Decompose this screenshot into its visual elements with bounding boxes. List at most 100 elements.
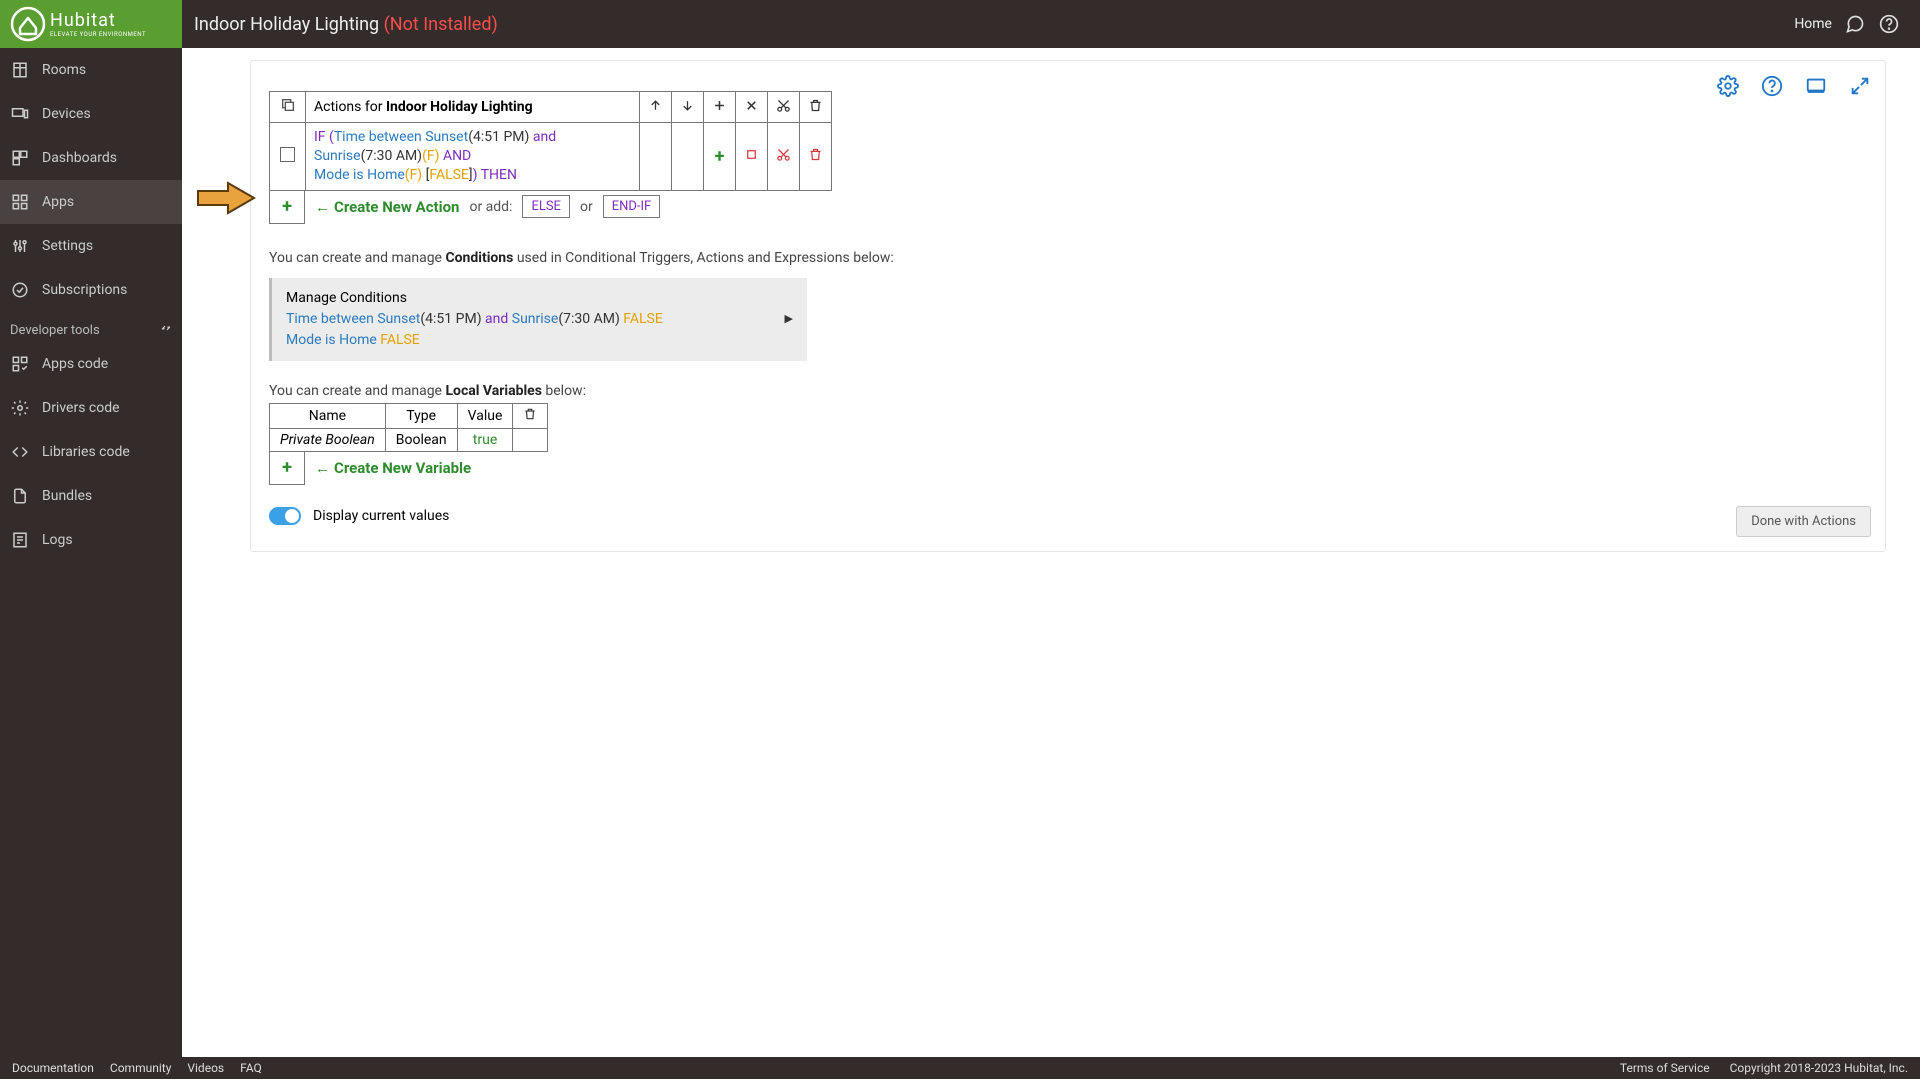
delete-column-button[interactable] [513, 403, 548, 428]
move-down-button[interactable] [672, 92, 704, 123]
variable-row[interactable]: Private Boolean Boolean true [270, 428, 548, 451]
delete-button[interactable] [800, 92, 832, 123]
install-status: (Not Installed) [384, 14, 498, 35]
sidebar-item-label: Apps [42, 194, 74, 210]
footer-tos[interactable]: Terms of Service [1620, 1061, 1710, 1075]
sidebar-item-label: Apps code [42, 356, 108, 372]
display-values-toggle[interactable] [269, 507, 301, 525]
footer-link-documentation[interactable]: Documentation [12, 1061, 94, 1075]
sidebar-item-label: Dashboards [42, 150, 117, 166]
var-name: Private Boolean [270, 428, 386, 451]
devices-icon [10, 104, 30, 124]
actions-card: Actions for Indoor Holiday Lighting IF (… [250, 60, 1886, 552]
cut-button[interactable] [768, 92, 800, 123]
logs-icon [10, 530, 30, 550]
manage-conditions-title: Manage Conditions [286, 288, 793, 309]
sidebar-item-label: Settings [42, 238, 93, 254]
footer-link-faq[interactable]: FAQ [240, 1061, 262, 1075]
sidebar-item-label: Drivers code [42, 400, 120, 416]
card-toolbar [1717, 75, 1871, 97]
variables-intro: You can create and manage Local Variable… [269, 383, 1867, 399]
home-link[interactable]: Home [1794, 16, 1832, 32]
add-button[interactable] [704, 92, 736, 123]
endif-button[interactable]: END-IF [603, 195, 661, 218]
action-row: IF (Time between Sunset(4:51 PM) and Sun… [270, 123, 832, 191]
footer-link-videos[interactable]: Videos [187, 1061, 224, 1075]
sidebar-item-label: Libraries code [42, 444, 130, 460]
sidebar-item-apps-code[interactable]: Apps code [0, 342, 182, 386]
arrow-left-icon: ← [315, 198, 330, 216]
variables-table: Name Type Value Private Boolean Boolean … [269, 403, 548, 452]
sidebar-item-apps[interactable]: Apps [0, 180, 182, 224]
sidebar-item-label: Rooms [42, 62, 86, 78]
apps-icon [10, 192, 30, 212]
actions-title: Actions for Indoor Holiday Lighting [306, 92, 640, 123]
display-values-row: Display current values [269, 507, 1867, 525]
rooms-icon [10, 60, 30, 80]
col-name: Name [270, 403, 386, 428]
logo-name: Hubitat [50, 10, 146, 31]
row-delete-button[interactable] [800, 123, 832, 191]
footer: Documentation Community Videos FAQ Terms… [0, 1057, 1920, 1079]
page-title: Indoor Holiday Lighting (Not Installed) [194, 14, 498, 35]
logo[interactable]: Hubitat ELEVATE YOUR ENVIRONMENT [0, 0, 182, 48]
dashboards-icon [10, 148, 30, 168]
copy-button[interactable] [270, 92, 306, 123]
sidebar-item-logs[interactable]: Logs [0, 518, 182, 562]
apps-code-icon [10, 354, 30, 374]
create-new-variable-link[interactable]: ← Create New Variable [315, 459, 471, 477]
or-label: or [580, 199, 593, 215]
new-variable-row: + ← Create New Variable [269, 451, 1867, 485]
screen-icon[interactable] [1805, 75, 1827, 97]
chat-icon[interactable] [1844, 13, 1866, 35]
sidebar-item-label: Devices [42, 106, 91, 122]
row-stop-button[interactable] [736, 123, 768, 191]
sidebar-item-label: Subscriptions [42, 282, 127, 298]
sidebar-item-drivers-code[interactable]: Drivers code [0, 386, 182, 430]
sidebar-item-label: Bundles [42, 488, 92, 504]
close-button[interactable] [736, 92, 768, 123]
toggle-label: Display current values [313, 508, 449, 524]
drivers-code-icon [10, 398, 30, 418]
or-add-label: or add: [469, 199, 512, 215]
new-action-row: + ← Create New Action or add: ELSE or EN… [269, 190, 1867, 224]
sidebar-item-libraries-code[interactable]: Libraries code [0, 430, 182, 474]
sidebar-item-dashboards[interactable]: Dashboards [0, 136, 182, 180]
move-up-button[interactable] [640, 92, 672, 123]
sidebar-item-settings[interactable]: Settings [0, 224, 182, 268]
else-button[interactable]: ELSE [522, 195, 570, 218]
conditions-intro: You can create and manage Conditions use… [269, 250, 1867, 266]
help-icon[interactable] [1761, 75, 1783, 97]
sidebar-item-label: Logs [42, 532, 73, 548]
sidebar-section-dev[interactable]: Developer tools [0, 312, 182, 342]
row-cut-button[interactable] [768, 123, 800, 191]
rule-expression[interactable]: IF (Time between Sunset(4:51 PM) and Sun… [306, 123, 640, 191]
create-new-action-link[interactable]: ← Create New Action [315, 198, 459, 216]
sidebar-item-devices[interactable]: Devices [0, 92, 182, 136]
subscriptions-icon [10, 280, 30, 300]
sidebar: Rooms Devices Dashboards Apps Settings S… [0, 48, 182, 1057]
header: Hubitat ELEVATE YOUR ENVIRONMENT Indoor … [0, 0, 1920, 48]
logo-icon [10, 6, 46, 42]
actions-header-row: Actions for Indoor Holiday Lighting [270, 92, 832, 123]
col-value: Value [457, 403, 513, 428]
collapse-icon [160, 322, 172, 338]
row-checkbox[interactable] [270, 123, 306, 191]
add-action-button[interactable]: + [269, 190, 305, 224]
add-variable-button[interactable]: + [269, 451, 305, 485]
sidebar-item-rooms[interactable]: Rooms [0, 48, 182, 92]
help-icon[interactable] [1878, 13, 1900, 35]
expand-icon[interactable] [1849, 75, 1871, 97]
row-add-button[interactable]: + [704, 123, 736, 191]
settings-icon [10, 236, 30, 256]
footer-copyright: Copyright 2018-2023 Hubitat, Inc. [1730, 1061, 1908, 1075]
var-value: true [457, 428, 513, 451]
sidebar-item-bundles[interactable]: Bundles [0, 474, 182, 518]
footer-link-community[interactable]: Community [110, 1061, 171, 1075]
manage-conditions-box[interactable]: Manage Conditions Time between Sunset(4:… [269, 278, 807, 361]
done-button[interactable]: Done with Actions [1736, 506, 1871, 537]
sidebar-item-subscriptions[interactable]: Subscriptions [0, 268, 182, 312]
actions-table: Actions for Indoor Holiday Lighting IF (… [269, 91, 832, 191]
col-type: Type [385, 403, 457, 428]
gear-icon[interactable] [1717, 75, 1739, 97]
